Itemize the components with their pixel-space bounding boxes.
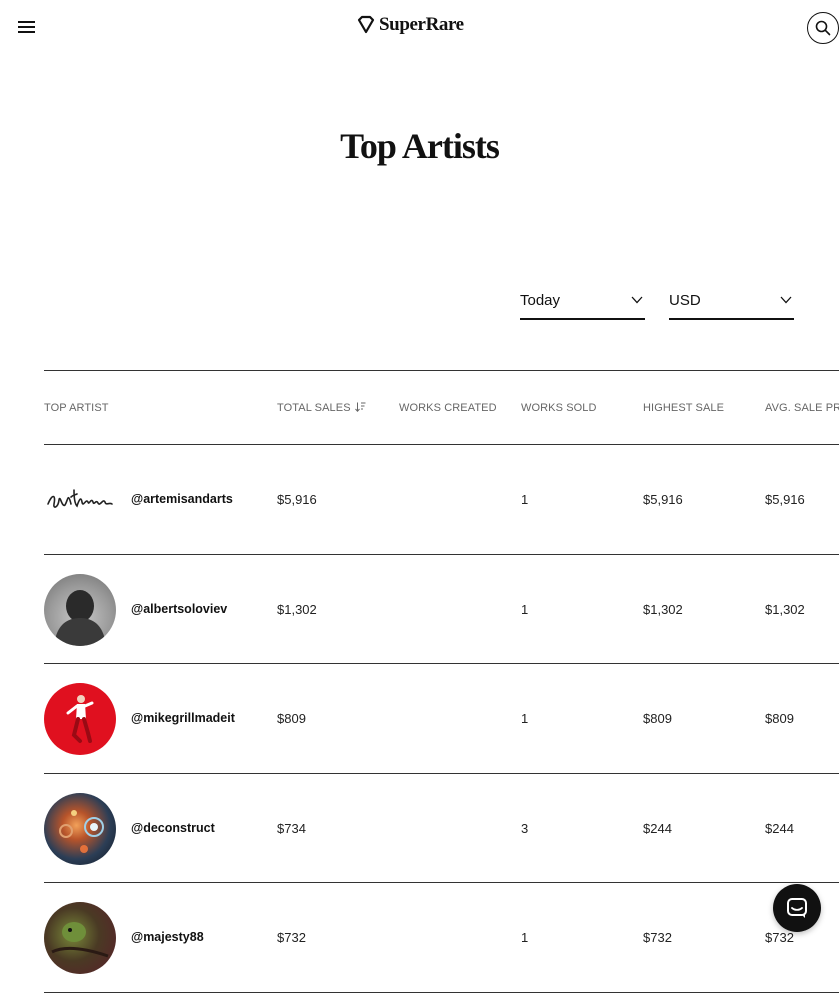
dancing-figure-avatar-image <box>66 695 94 743</box>
hamburger-menu-icon[interactable] <box>18 20 36 34</box>
total-sales-cell: $809 <box>277 711 306 726</box>
table-row[interactable]: @majesty88 $732 1 $732 $732 <box>44 883 839 993</box>
total-sales-cell: $732 <box>277 930 306 945</box>
total-sales-cell: $734 <box>277 820 306 836</box>
currency-select[interactable]: USD <box>669 284 794 320</box>
table-row[interactable]: @albertsoloviev $1,302 1 $1,302 $1,302 <box>44 555 839 664</box>
column-header-highest-sale[interactable]: HIGHEST SALE <box>643 402 724 414</box>
search-icon <box>815 20 831 36</box>
table-header: TOP ARTIST TOTAL SALES WORKS CREATED WOR… <box>44 370 839 445</box>
total-sales-cell: $5,916 <box>277 492 317 507</box>
artist-handle[interactable]: @deconstruct <box>131 821 215 835</box>
column-header-avg-sale-price[interactable]: AVG. SALE PRICE <box>765 402 839 414</box>
table-row[interactable]: @artemisandarts $5,916 1 $5,916 $5,916 <box>44 445 839 555</box>
top-artists-table: TOP ARTIST TOTAL SALES WORKS CREATED WOR… <box>44 370 839 993</box>
artist-handle[interactable]: @artemisandarts <box>131 492 233 506</box>
artist-handle[interactable]: @majesty88 <box>131 930 204 944</box>
avg-sale-price-cell: $809 <box>765 711 794 726</box>
total-sales-cell: $1,302 <box>277 601 317 617</box>
top-bar: SuperRare <box>0 0 839 56</box>
works-sold-cell: 1 <box>521 711 529 726</box>
highest-sale-cell: $244 <box>643 820 672 836</box>
column-header-works-sold[interactable]: WORKS SOLD <box>521 402 597 414</box>
highest-sale-cell: $1,302 <box>643 601 683 617</box>
page-title: Top Artists <box>340 126 500 166</box>
avatar[interactable] <box>44 792 116 865</box>
artist-handle[interactable]: @albertsoloviev <box>131 602 227 616</box>
hooded-figure-avatar-image <box>54 589 106 646</box>
highest-sale-cell: $5,916 <box>643 492 683 507</box>
works-sold-cell: 1 <box>521 601 529 617</box>
cosmic-face-avatar-image <box>59 809 104 853</box>
avatar[interactable] <box>44 573 116 646</box>
avg-sale-price-cell: $1,302 <box>765 601 805 617</box>
logo-text: SuperRare <box>379 14 464 35</box>
column-header-works-created[interactable]: WORKS CREATED <box>399 402 497 414</box>
chat-icon <box>787 898 807 918</box>
signature-avatar-image <box>47 489 113 508</box>
superrare-logo[interactable]: SuperRare <box>356 13 464 37</box>
period-select[interactable]: Today <box>520 284 645 320</box>
artist-handle[interactable]: @mikegrillmadeit <box>131 711 235 725</box>
works-sold-cell: 1 <box>521 930 529 945</box>
avg-sale-price-cell: $244 <box>765 820 794 836</box>
diamond-logo-icon <box>357 15 375 34</box>
creature-avatar-image <box>51 922 109 958</box>
highest-sale-cell: $809 <box>643 711 672 726</box>
column-header-total-sales-label: TOTAL SALES <box>277 402 351 414</box>
avg-sale-price-cell: $732 <box>765 930 794 945</box>
highest-sale-cell: $732 <box>643 930 672 945</box>
currency-select-value: USD <box>669 292 701 309</box>
avatar[interactable] <box>44 464 116 536</box>
works-sold-cell: 1 <box>521 492 529 507</box>
table-row[interactable]: @deconstruct $734 3 $244 $244 <box>44 774 839 883</box>
chevron-down-icon <box>631 296 643 304</box>
column-header-artist: TOP ARTIST <box>44 402 109 414</box>
table-row[interactable]: @mikegrillmadeit $809 1 $809 $809 <box>44 664 839 774</box>
search-button[interactable] <box>807 12 839 44</box>
works-sold-cell: 3 <box>521 820 529 836</box>
avatar[interactable] <box>44 902 116 974</box>
chat-launcher-button[interactable] <box>773 884 821 932</box>
chevron-down-icon <box>780 296 792 304</box>
avatar[interactable] <box>44 683 116 755</box>
column-header-total-sales[interactable]: TOTAL SALES <box>277 402 366 414</box>
avg-sale-price-cell: $5,916 <box>765 492 805 507</box>
period-select-value: Today <box>520 292 561 309</box>
sort-descending-icon <box>354 402 366 412</box>
